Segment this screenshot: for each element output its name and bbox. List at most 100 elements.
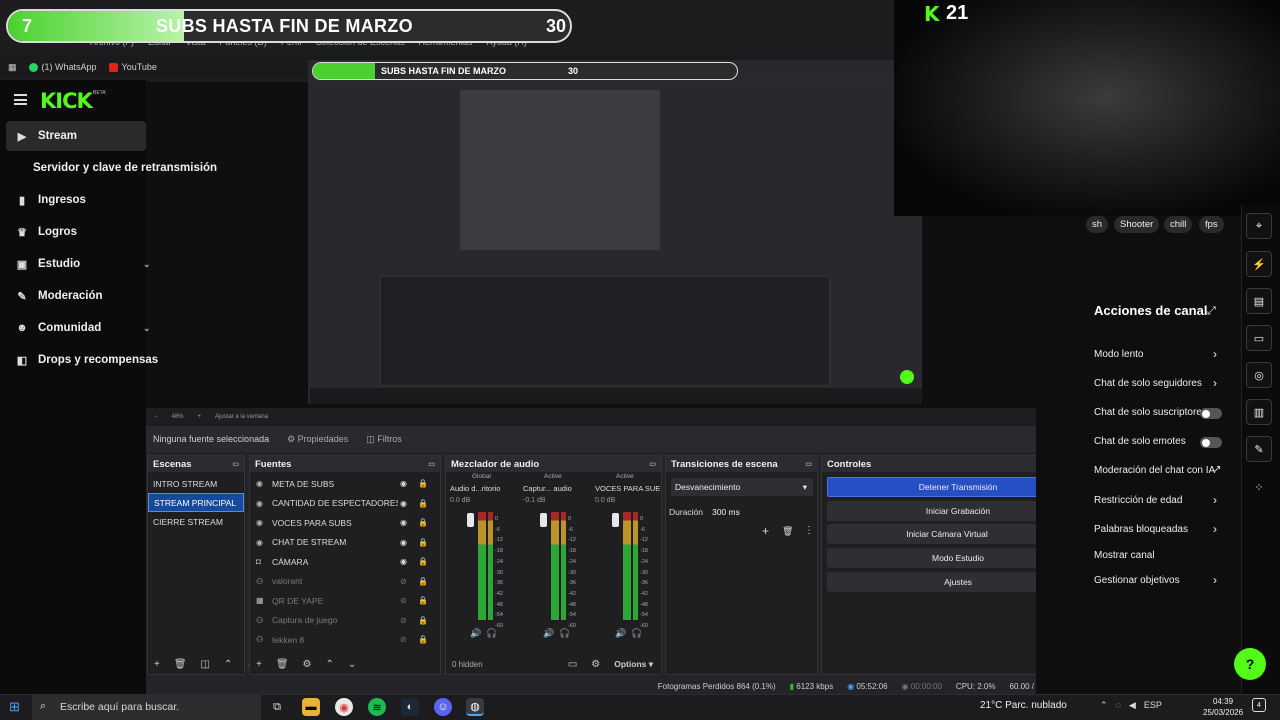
spotify-icon[interactable]: ≋	[368, 698, 386, 716]
source-item[interactable]: ⚇ tekken 8 ⊘ 🔒	[250, 630, 440, 650]
lock-icon[interactable]: 🔒	[418, 538, 428, 547]
chat-icon[interactable]: ▭	[1246, 325, 1272, 351]
tag-chip[interactable]: fps	[1199, 216, 1224, 233]
eye-off-icon[interactable]: ⊘	[400, 596, 407, 605]
nav-item-7[interactable]: ◧ Drops y recompensas	[6, 345, 166, 375]
channel-action-label[interactable]: Modo lento	[1094, 349, 1143, 360]
zoom-mode[interactable]: Ajustar a la ventana	[215, 414, 268, 420]
undock-icon[interactable]: ▭	[428, 460, 435, 468]
chevron-right-icon[interactable]: ›	[1213, 347, 1217, 361]
virtual-camera-button[interactable]: Iniciar Cámara Virtual	[827, 524, 1067, 544]
scene-filter-button[interactable]: ◫	[201, 659, 210, 670]
nav-item-4[interactable]: ▣ Estudio ⌄	[6, 249, 166, 279]
target-icon[interactable]: ⌖	[1246, 213, 1272, 239]
more-icon[interactable]: ⋮	[804, 525, 814, 536]
add-source-button[interactable]: +	[256, 659, 262, 670]
mixer-layout-icon[interactable]: ▭	[568, 659, 577, 670]
channel-action-label[interactable]: Chat de solo seguidores	[1094, 378, 1202, 389]
headphones-icon[interactable]: 🎧	[631, 628, 642, 639]
wrench-icon[interactable]: ✎	[1246, 436, 1272, 462]
windows-start-icon[interactable]: ⊞	[9, 699, 20, 715]
nav-item-0[interactable]: ▶ Stream	[6, 121, 146, 151]
mixer-settings-icon[interactable]: ⚙	[591, 659, 600, 670]
chevron-right-icon[interactable]: ›	[1213, 376, 1217, 390]
help-icon[interactable]: ?	[1234, 648, 1266, 680]
speaker-icon[interactable]: 🔊	[543, 628, 554, 639]
lock-icon[interactable]: 🔒	[418, 557, 428, 566]
scene-item[interactable]: CIERRE STREAM	[148, 512, 244, 531]
eye-off-icon[interactable]: ⊘	[400, 635, 407, 644]
channel-action-label[interactable]: Moderación del chat con IA	[1094, 465, 1215, 476]
volume-fader[interactable]	[540, 513, 547, 527]
lock-icon[interactable]: 🔒	[418, 635, 428, 644]
bookmark-youtube[interactable]: YouTube	[108, 62, 157, 72]
menu-icon[interactable]	[14, 94, 27, 105]
mixer-tab-active[interactable]: Active	[544, 473, 562, 480]
lock-icon[interactable]: 🔒	[418, 577, 428, 586]
nav-item-3[interactable]: ♛ Logros	[6, 217, 166, 247]
mixer-tab-global[interactable]: Global	[472, 473, 491, 480]
source-item[interactable]: ▦ QR DE YAPE ⊘ 🔒	[250, 591, 440, 611]
kick-logo[interactable]: KICK	[40, 89, 93, 113]
undock-icon[interactable]: ▭	[805, 460, 812, 468]
eye-off-icon[interactable]: ⊘	[400, 616, 407, 625]
source-settings-button[interactable]: ⚙	[303, 659, 312, 670]
source-item[interactable]: ◉ CHAT DE STREAM ◉ 🔒	[250, 533, 440, 553]
channel-name[interactable]: VOCES PARA SUE	[595, 484, 665, 493]
lock-icon[interactable]: 🔒	[418, 596, 428, 605]
move-up-button[interactable]: ⌃	[224, 659, 232, 670]
nav-item-5[interactable]: ✎ Moderación	[6, 281, 166, 311]
task-view-icon[interactable]: ⧉	[268, 698, 286, 716]
add-transition-button[interactable]: +	[762, 524, 769, 538]
expand-icon[interactable]: ⤢	[1207, 305, 1216, 318]
weather-widget[interactable]: 21°C Parc. nublado	[980, 700, 1067, 711]
lock-icon[interactable]: 🔒	[418, 518, 428, 527]
source-item[interactable]: ◉CANTIDAD DE ESPECTADORES EN◉🔒	[250, 494, 440, 514]
bookmark-whatsapp[interactable]: (1) WhatsApp	[28, 62, 97, 72]
obs-icon[interactable]: ◍	[466, 698, 484, 716]
add-scene-button[interactable]: +	[154, 659, 160, 670]
taskbar-search[interactable]: Escribe aquí para buscar.	[32, 694, 261, 720]
speaker-icon[interactable]: 🔊	[470, 628, 481, 639]
volume-icon[interactable]: ◀	[1129, 700, 1136, 711]
tag-chip[interactable]: chill	[1164, 216, 1193, 233]
chevron-up-icon[interactable]: ⌃	[1100, 700, 1108, 711]
volume-fader[interactable]	[612, 513, 619, 527]
toggle-switch[interactable]	[1200, 437, 1222, 448]
source-item[interactable]: ◉ VOCES PARA SUBS ◉ 🔒	[250, 513, 440, 533]
eye-icon[interactable]: ◉	[400, 499, 407, 508]
eye-icon[interactable]: ◉	[400, 557, 407, 566]
remove-transition-button[interactable]: 🗑	[782, 526, 793, 537]
transition-select[interactable]: Desvanecimiento ▾	[671, 478, 813, 496]
lightning-icon[interactable]: ⚡	[1246, 251, 1272, 277]
channel-action-label[interactable]: Gestionar objetivos	[1094, 575, 1180, 586]
lock-icon[interactable]: 🔒	[418, 499, 428, 508]
steam-icon[interactable]: ◐	[401, 698, 419, 716]
filters-button[interactable]: ◫ Filtros	[366, 434, 402, 445]
toggle-switch[interactable]	[1200, 408, 1222, 419]
lock-icon[interactable]: 🔒	[418, 479, 428, 488]
channel-action-label[interactable]: Chat de solo suscriptores	[1094, 407, 1207, 418]
chevron-right-icon[interactable]: ›	[1213, 493, 1217, 507]
remove-scene-button[interactable]: 🗑	[174, 659, 187, 670]
zoom-out-button[interactable]: −	[154, 414, 158, 420]
apps-icon[interactable]: ▦	[8, 62, 17, 73]
nav-item-2[interactable]: ▮ Ingresos	[6, 185, 166, 215]
broadcast-icon[interactable]: ◎	[1246, 362, 1272, 388]
eye-icon[interactable]: ◉	[400, 479, 407, 488]
eye-icon[interactable]: ◉	[400, 538, 407, 547]
source-item[interactable]: ⚇ valorant ⊘ 🔒	[250, 572, 440, 592]
channel-action-label[interactable]: Chat de solo emotes	[1094, 436, 1186, 447]
tag-chip[interactable]: Shooter	[1114, 216, 1160, 233]
mixer-tab-active[interactable]: Active	[616, 473, 634, 480]
headphones-icon[interactable]: 🎧	[559, 628, 570, 639]
properties-button[interactable]: ⚙ Propiedades	[287, 434, 348, 445]
external-link-icon[interactable]: ↗	[1213, 464, 1221, 475]
zoom-in-button[interactable]: +	[198, 414, 202, 420]
apps-icon[interactable]: ⁘	[1246, 474, 1272, 500]
nav-item-1[interactable]: Servidor y clave de retransmisión	[6, 153, 217, 183]
tag-chip[interactable]: sh	[1086, 216, 1109, 233]
headphones-icon[interactable]: 🎧	[486, 628, 497, 639]
source-item[interactable]: ⚇ Captura de juego ⊘ 🔒	[250, 611, 440, 631]
scene-item[interactable]: STREAM PRINCIPAL	[148, 493, 244, 512]
